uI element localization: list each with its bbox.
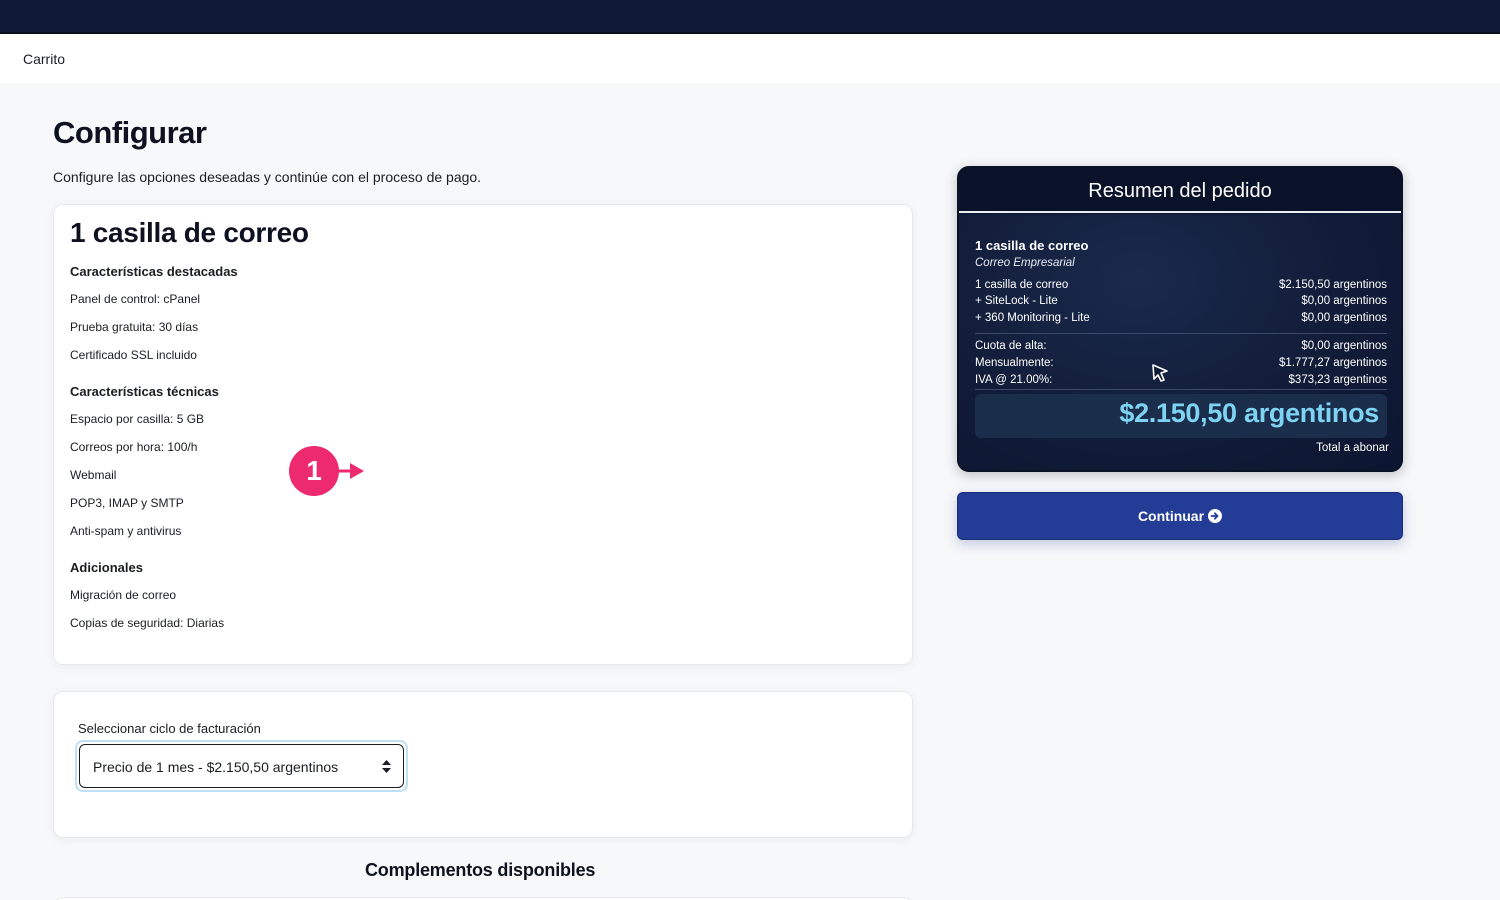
order-summary-title: Resumen del pedido (1088, 180, 1272, 202)
feature-item: Certificado SSL incluido (70, 348, 197, 362)
order-summary-header: Resumen del pedido (959, 168, 1401, 213)
product-details-card: 1 casilla de correo Características dest… (53, 204, 913, 665)
total-box: $2.150,50 argentinos (975, 394, 1387, 438)
page-title: Configurar (53, 115, 207, 150)
select-arrows-icon (382, 760, 391, 773)
section-heading: Adicionales (70, 560, 143, 575)
summary-product-name: 1 casilla de correo (975, 238, 1089, 253)
order-summary-body: 1 casilla de correo Correo Empresarial 1… (959, 215, 1401, 470)
addons-heading: Complementos disponibles (365, 860, 596, 880)
summary-line-item: + 360 Monitoring - Lite $0,00 argentinos (975, 312, 1387, 328)
summary-line-label: 1 casilla de correo (975, 279, 1069, 291)
arrow-circle-right-icon (1208, 509, 1223, 523)
feature-item: POP3, IMAP y SMTP (70, 496, 184, 510)
summary-product-group: Correo Empresarial (975, 257, 1075, 269)
summary-fee-label: Mensualmente: (975, 357, 1054, 369)
summary-fee-value: $0,00 argentinos (1301, 340, 1387, 352)
summary-fee-row: IVA @ 21.00%: $373,23 argentinos (975, 374, 1387, 390)
select-focus-ring: Precio de 1 mes - $2.150,50 argentinos (75, 740, 408, 792)
billing-cycle-label: Seleccionar ciclo de facturación (78, 721, 261, 736)
feature-item: Correos por hora: 100/h (70, 440, 198, 454)
summary-divider (975, 333, 1387, 334)
billing-cycle-selected-value: Precio de 1 mes - $2.150,50 argentinos (93, 759, 339, 775)
mouse-cursor-icon (1152, 364, 1168, 382)
continue-button-content: Continuar (958, 508, 1402, 524)
summary-divider (975, 389, 1387, 390)
feature-item: Copias de seguridad: Diarias (70, 616, 225, 630)
breadcrumb-bar: Carrito (0, 34, 1500, 83)
summary-line-value: $0,00 argentinos (1301, 295, 1387, 307)
total-amount: $2.150,50 argentinos (1119, 398, 1379, 428)
step-badge: 1 (289, 446, 339, 496)
feature-item: Webmail (70, 468, 117, 482)
summary-fee-label: Cuota de alta: (975, 340, 1047, 352)
feature-item: Migración de correo (70, 588, 177, 602)
total-label: Total a abonar (1316, 442, 1389, 454)
billing-cycle-card: Seleccionar ciclo de facturación Precio … (53, 691, 913, 838)
section-heading: Características técnicas (70, 384, 219, 399)
summary-line-label: + 360 Monitoring - Lite (975, 312, 1090, 324)
billing-cycle-select[interactable]: Precio de 1 mes - $2.150,50 argentinos (79, 744, 404, 788)
feature-item: Prueba gratuita: 30 días (70, 320, 199, 334)
order-summary-card: Resumen del pedido 1 casilla de correo C… (957, 166, 1403, 472)
summary-fee-value: $1.777,27 argentinos (1278, 357, 1387, 369)
summary-fee-value: $373,23 argentinos (1288, 374, 1387, 386)
section-heading: Características destacadas (70, 264, 238, 279)
arrow-right-icon (338, 463, 364, 479)
summary-fee-row: Cuota de alta: $0,00 argentinos (975, 340, 1387, 356)
summary-line-item: + SiteLock - Lite $0,00 argentinos (975, 295, 1387, 311)
summary-line-label: + SiteLock - Lite (975, 295, 1058, 307)
continue-button[interactable]: Continuar (957, 492, 1403, 540)
feature-item: Anti-spam y antivirus (70, 524, 182, 538)
product-name: 1 casilla de correo (70, 217, 309, 248)
breadcrumb[interactable]: Carrito (23, 51, 65, 67)
feature-item: Espacio por casilla: 5 GB (70, 412, 205, 426)
continue-label: Continuar (1137, 508, 1205, 524)
page-subtitle: Configure las opciones deseadas y contin… (53, 169, 482, 185)
top-navigation-bar (0, 0, 1500, 34)
summary-line-value: $2.150,50 argentinos (1278, 279, 1387, 291)
feature-item: Panel de control: cPanel (70, 292, 201, 306)
summary-line-value: $0,00 argentinos (1301, 312, 1387, 324)
summary-fee-row: Mensualmente: $1.777,27 argentinos (975, 357, 1387, 373)
summary-line-item: 1 casilla de correo $2.150,50 argentinos (975, 279, 1387, 295)
summary-fee-label: IVA @ 21.00%: (975, 374, 1053, 386)
